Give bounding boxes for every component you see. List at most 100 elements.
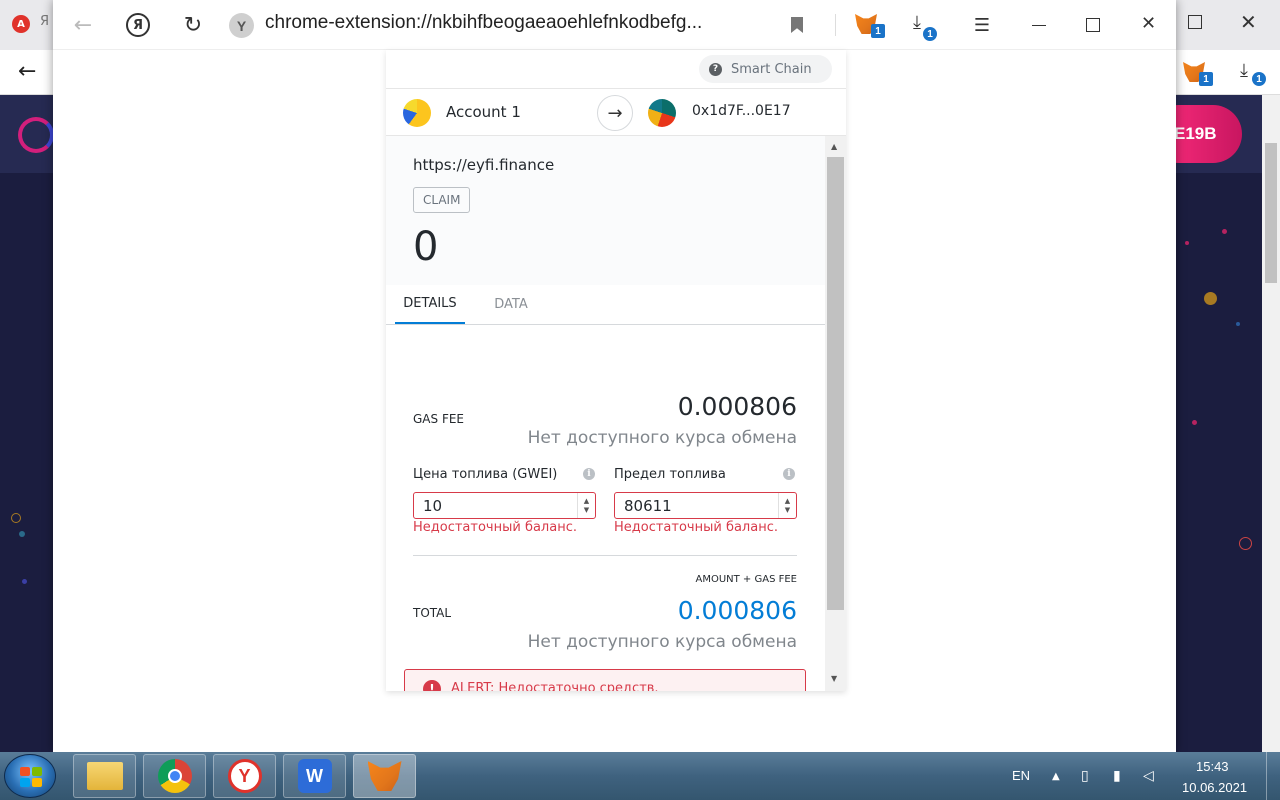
star-dot [11,513,21,523]
network-name: Smart Chain [731,61,812,77]
gas-price-label: Цена топлива (GWEI) [413,467,558,482]
star-dot [1185,241,1189,245]
from-account-avatar [403,99,431,127]
info-icon[interactable]: i [783,468,795,480]
arrow-right-icon: → [597,95,633,131]
transaction-summary: https://eyfi.finance CLAIM 0 [386,136,825,285]
method-badge: CLAIM [413,187,471,213]
extension-badge: 1 [871,24,885,38]
star-dot [22,579,27,584]
toolbar-divider [835,14,836,36]
site-logo-icon [18,117,54,153]
tab-bar: DETAILS DATA [386,285,825,325]
yandex-alice-icon: A [12,15,30,33]
folder-icon [86,762,123,790]
total-fiat: Нет доступного курса обмена [527,632,797,652]
scroll-up-icon[interactable]: ▲ [831,142,837,151]
confirm-content: https://eyfi.finance CLAIM 0 DETAILS DAT… [386,136,825,691]
download-icon[interactable]: ⤓ 1 [913,12,943,41]
metamask-extension-icon[interactable]: 1 [855,12,885,38]
star-dot [1204,292,1217,305]
gas-limit-input[interactable]: 80611 ▲ ▼ [614,492,797,519]
taskbar-chrome[interactable] [143,754,206,798]
transaction-value: 0 [413,224,439,270]
network-signal-icon[interactable]: ▮ [1113,768,1121,784]
network-indicator[interactable]: ? Smart Chain [699,55,832,83]
gas-limit-error: Недостаточный баланс. [614,520,778,535]
metamask-confirm-panel: ? Smart Chain Account 1 → 0x1d7F...0E17 … [386,50,846,691]
alert-text: ALERT: Недостаточно средств. [451,681,659,691]
download-badge: 1 [1252,72,1266,86]
total-value: 0.000806 [677,596,797,625]
windows-logo-icon [20,767,42,787]
clock-time[interactable]: 15:43 [1196,759,1229,774]
clock-date[interactable]: 10.06.2021 [1182,780,1247,795]
background-scrollbar[interactable] [1262,95,1280,752]
to-address[interactable]: 0x1d7F...0E17 [692,103,791,119]
metamask-fox-icon [367,761,402,791]
start-button[interactable] [4,754,56,798]
gas-price-error: Недостаточный баланс. [413,520,577,535]
search-engine-letter: Я [40,14,50,29]
panel-scrollbar[interactable]: ▲ ▼ [825,136,846,691]
scrollbar-thumb[interactable] [827,157,844,610]
total-label: TOTAL [413,606,452,620]
close-window-icon[interactable]: ✕ [1141,13,1156,34]
taskbar: Y W EN ▲ ▯ ▮ ◁ 15:43 10.06.2021 [0,752,1280,800]
restore-window-icon[interactable] [1188,15,1202,29]
amount-gas-caption: AMOUNT + GAS FEE [695,574,798,585]
divider [413,555,797,556]
from-account-name[interactable]: Account 1 [446,103,521,121]
alert-icon: ! [423,679,441,691]
account-row: Account 1 → 0x1d7F...0E17 [386,88,846,136]
download-badge: 1 [923,27,937,41]
show-hidden-icons[interactable]: ▲ [1052,771,1060,782]
gas-price-value: 10 [423,496,443,515]
star-dot [1192,420,1197,425]
star-dot [1236,322,1240,326]
star-dot [1222,229,1227,234]
popup-toolbar: ← Я ↻ Y chrome-extension://nkbihfbeogaea… [53,0,1176,50]
extension-badge: 1 [1199,72,1213,86]
wps-writer-icon: W [297,759,332,793]
volume-icon[interactable]: ◁ [1143,768,1154,784]
taskbar-metamask[interactable] [353,754,416,798]
yandex-browser-icon: Y [227,759,262,793]
gas-price-stepper[interactable]: ▲ ▼ [577,493,595,518]
show-desktop-button[interactable] [1266,752,1280,800]
gas-limit-label: Предел топлива [614,467,726,482]
back-arrow-icon[interactable]: ← [18,59,36,84]
scroll-down-icon[interactable]: ▼ [831,674,837,683]
language-indicator[interactable]: EN [1012,768,1030,783]
yandex-logo-icon[interactable]: Я [124,11,152,39]
bookmark-icon[interactable] [791,17,803,33]
gas-price-input[interactable]: 10 ▲ ▼ [413,492,596,519]
taskbar-yandex-browser[interactable]: Y [213,754,276,798]
minimize-window-icon[interactable] [1032,25,1046,26]
to-account-avatar [648,99,676,127]
gas-limit-stepper[interactable]: ▲ ▼ [778,493,796,518]
gas-fee-label: GAS FEE [413,412,465,426]
battery-icon[interactable]: ▯ [1081,768,1089,784]
question-icon: ? [709,62,722,76]
back-arrow-icon[interactable]: ← [69,11,97,39]
maximize-window-icon[interactable] [1086,18,1100,32]
tab-details[interactable]: DETAILS [395,285,465,324]
menu-icon[interactable]: ☰ [968,11,996,39]
origin-url: https://eyfi.finance [413,156,555,174]
star-dot [1239,537,1252,550]
popup-url[interactable]: chrome-extension://nkbihfbeogaeaoehlefnk… [265,12,702,34]
site-info-icon[interactable]: Y [229,13,254,38]
download-icon[interactable]: ⤓ 1 [1240,60,1270,86]
chrome-icon [157,759,192,793]
close-window-icon[interactable]: ✕ [1240,10,1257,34]
info-icon[interactable]: i [583,468,595,480]
taskbar-file-explorer[interactable] [73,754,136,798]
taskbar-wps-writer[interactable]: W [283,754,346,798]
reload-icon[interactable]: ↻ [179,11,207,39]
gas-fee-value: 0.000806 [677,392,797,421]
gas-fee-fiat: Нет доступного курса обмена [527,428,797,448]
metamask-extension-icon[interactable]: 1 [1183,60,1213,86]
tab-data[interactable]: DATA [476,285,546,324]
gas-limit-value: 80611 [624,496,672,515]
